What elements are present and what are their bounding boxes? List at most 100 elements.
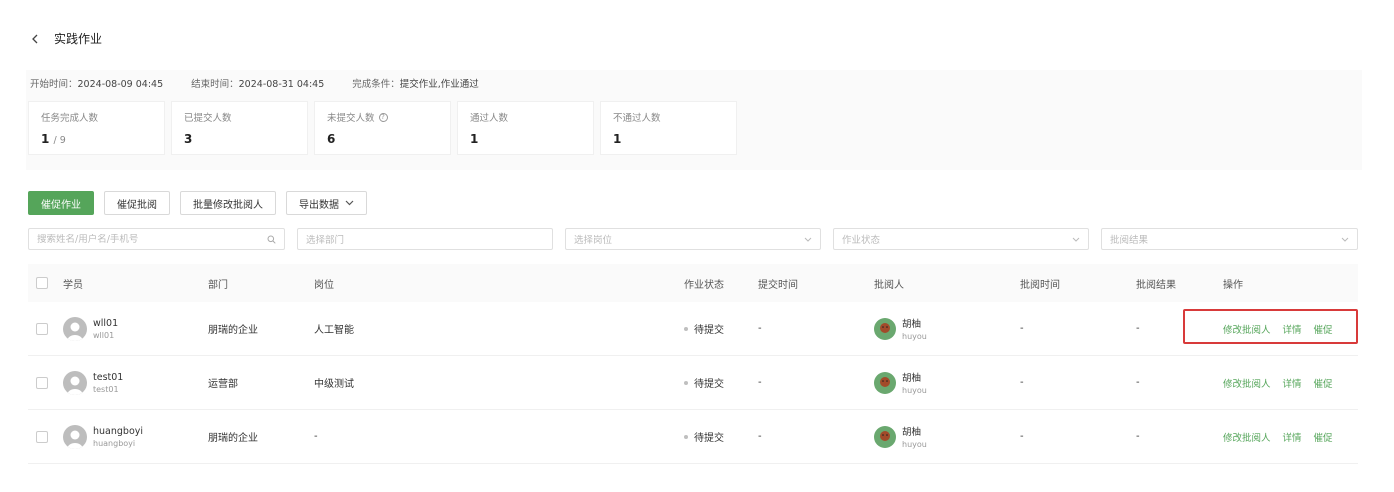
col-status: 作业状态 [684, 279, 724, 291]
chevron-down-icon [1072, 237, 1080, 242]
end-time: 结束时间：2024-08-31 04:45 [191, 79, 325, 90]
position-cell: 人工智能 [314, 325, 354, 336]
position-placeholder: 选择岗位 [574, 235, 613, 246]
stat-submitted: 已提交人数 3 [171, 101, 308, 155]
stat-label: 不通过人数 [613, 113, 661, 124]
col-department: 部门 [208, 279, 228, 291]
review-time-cell: - [1020, 431, 1024, 442]
start-time: 开始时间：2024-08-09 04:45 [30, 79, 164, 90]
export-label: 导出数据 [299, 199, 339, 211]
col-review-result: 批阅结果 [1136, 279, 1176, 291]
department-cell: 运营部 [208, 379, 238, 390]
reviewer-name: 胡柚 [902, 373, 922, 384]
select-all-checkbox[interactable] [36, 277, 48, 289]
reviewer-username: huyou [902, 386, 927, 395]
col-submit-time: 提交时间 [758, 279, 798, 291]
status-dot [684, 434, 688, 439]
reviewer-name: 胡柚 [902, 319, 922, 330]
status-select[interactable]: 作业状态 [833, 228, 1089, 250]
status-placeholder: 作业状态 [842, 235, 881, 246]
department-select[interactable]: 选择部门 [297, 228, 553, 250]
stat-value: 1 [41, 132, 50, 146]
stat-label: 通过人数 [470, 113, 509, 124]
status-cell: 待提交 [694, 379, 724, 390]
highlight-box [1183, 309, 1358, 344]
stat-passed: 通过人数 1 [457, 101, 594, 155]
stat-value: 3 [184, 132, 193, 146]
status-cell: 待提交 [694, 325, 724, 336]
row-checkbox[interactable] [36, 376, 48, 389]
submit-time-cell: - [758, 431, 762, 442]
meta-row: 开始时间：2024-08-09 04:45 结束时间：2024-08-31 04… [30, 76, 479, 90]
avatar [63, 316, 87, 341]
position-select[interactable]: 选择岗位 [565, 228, 821, 250]
stat-value: 1 [613, 132, 622, 146]
review-result-cell: - [1136, 431, 1140, 442]
page-title: 实践作业 [54, 32, 103, 46]
search-field[interactable] [28, 228, 285, 250]
table-row: test01 test01 运营部 中级测试 待提交 - 胡柚 huyou - - … [28, 356, 1358, 410]
stat-total: / 9 [53, 135, 66, 146]
stat-label: 未提交人数 [327, 113, 375, 124]
urge-review-button[interactable]: 催促批阅 [104, 191, 170, 215]
status-dot [684, 380, 688, 385]
department-cell: 朋瑞的企业 [208, 433, 258, 444]
stat-failed: 不通过人数 1 [600, 101, 737, 155]
detail-link[interactable]: 详情 [1283, 376, 1302, 390]
stat-label: 任务完成人数 [41, 113, 99, 124]
submit-time-cell: - [758, 323, 762, 334]
stat-value: 6 [327, 132, 336, 146]
student-name: huangboyi [93, 425, 144, 437]
page-header: 实践作业 [28, 30, 102, 47]
edit-reviewer-link[interactable]: 修改批阅人 [1223, 430, 1271, 444]
avatar [63, 424, 87, 449]
result-placeholder: 批阅结果 [1110, 235, 1149, 246]
row-checkbox[interactable] [36, 430, 48, 443]
position-cell: 中级测试 [314, 379, 354, 390]
status-dot [684, 326, 688, 331]
search-input[interactable] [37, 233, 237, 245]
review-time-cell: - [1020, 323, 1024, 334]
reviewer-avatar [874, 317, 896, 340]
col-actions: 操作 [1223, 279, 1243, 291]
table-row: wll01 wll01 朋瑞的企业 人工智能 待提交 - 胡柚 huyou - - … [28, 302, 1358, 356]
back-arrow-icon[interactable] [28, 32, 42, 46]
student-username: wll01 [93, 330, 115, 340]
stat-label: 已提交人数 [184, 113, 232, 124]
toolbar: 催促作业 催促批阅 批量修改批阅人 导出数据 [28, 191, 367, 215]
chevron-down-icon [804, 237, 812, 242]
col-review-time: 批阅时间 [1020, 279, 1060, 291]
department-placeholder: 选择部门 [306, 235, 345, 246]
reviewer-avatar [874, 371, 896, 394]
row-checkbox[interactable] [36, 322, 48, 335]
search-icon [267, 235, 276, 244]
review-result-cell: - [1136, 323, 1140, 334]
avatar [63, 370, 87, 395]
urge-link[interactable]: 催促 [1314, 376, 1333, 390]
table-row: huangboyi huangboyi 朋瑞的企业 - 待提交 - 胡柚 huyou… [28, 410, 1358, 464]
chevron-down-icon [345, 200, 354, 206]
stat-completed: 任务完成人数 1 / 9 [28, 101, 165, 155]
batch-edit-reviewer-button[interactable]: 批量修改批阅人 [180, 191, 276, 215]
completion-condition: 完成条件：提交作业,作业通过 [352, 79, 479, 90]
urge-homework-button[interactable]: 催促作业 [28, 191, 94, 215]
stat-value: 1 [470, 132, 479, 146]
position-cell: - [314, 431, 318, 442]
edit-reviewer-link[interactable]: 修改批阅人 [1223, 376, 1271, 390]
status-cell: 待提交 [694, 433, 724, 444]
student-name: test01 [93, 371, 124, 383]
reviewer-name: 胡柚 [902, 427, 922, 438]
student-username: huangboyi [93, 438, 136, 448]
help-icon[interactable]: ? [378, 112, 388, 122]
detail-link[interactable]: 详情 [1283, 430, 1302, 444]
reviewer-avatar [874, 425, 896, 448]
review-result-cell: - [1136, 377, 1140, 388]
stat-not-submitted: 未提交人数? 6 [314, 101, 451, 155]
result-select[interactable]: 批阅结果 [1101, 228, 1358, 250]
export-data-button[interactable]: 导出数据 [286, 191, 367, 215]
chevron-down-icon [1341, 237, 1349, 242]
submit-time-cell: - [758, 377, 762, 388]
col-reviewer: 批阅人 [874, 279, 904, 291]
urge-link[interactable]: 催促 [1314, 430, 1333, 444]
col-position: 岗位 [314, 279, 334, 291]
